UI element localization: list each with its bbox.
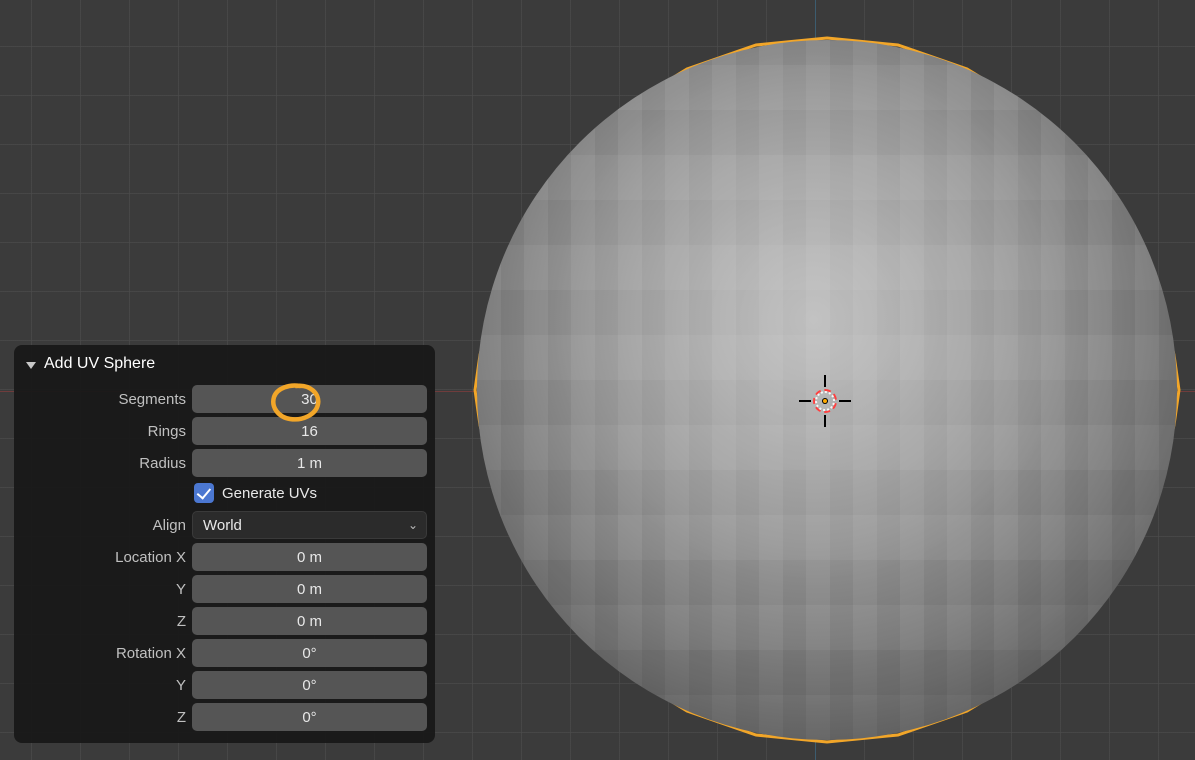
rotation-z-field[interactable]: 0° xyxy=(192,703,427,731)
generate-uvs-checkbox[interactable] xyxy=(194,483,214,503)
radius-value: 1 m xyxy=(297,455,322,472)
rotation-z-label: Z xyxy=(22,709,186,726)
rotation-z-value: 0° xyxy=(302,709,316,726)
rings-label: Rings xyxy=(22,423,186,440)
rotation-x-field[interactable]: 0° xyxy=(192,639,427,667)
location-x-field[interactable]: 0 m xyxy=(192,543,427,571)
location-y-field[interactable]: 0 m xyxy=(192,575,427,603)
rotation-x-value: 0° xyxy=(302,645,316,662)
rotation-y-label: Y xyxy=(22,677,186,694)
align-dropdown[interactable]: World ⌄ xyxy=(192,511,427,539)
chevron-down-icon: ⌄ xyxy=(408,518,418,532)
location-z-field[interactable]: 0 m xyxy=(192,607,427,635)
sphere-surface xyxy=(477,40,1177,740)
align-value: World xyxy=(203,517,242,534)
disclosure-icon xyxy=(26,362,36,369)
rotation-x-label: Rotation X xyxy=(22,645,186,662)
segments-value: 30 xyxy=(301,391,318,408)
rings-value: 16 xyxy=(301,423,318,440)
segments-label: Segments xyxy=(22,391,186,408)
radius-field[interactable]: 1 m xyxy=(192,449,427,477)
rings-field[interactable]: 16 xyxy=(192,417,427,445)
generate-uvs-label: Generate UVs xyxy=(222,485,317,502)
radius-label: Radius xyxy=(22,455,186,472)
location-x-label: Location X xyxy=(22,549,186,566)
panel-header[interactable]: Add UV Sphere xyxy=(22,345,427,383)
location-x-value: 0 m xyxy=(297,549,322,566)
operator-panel: Add UV Sphere Segments 30 Rings 16 Radiu… xyxy=(14,345,435,743)
rotation-y-field[interactable]: 0° xyxy=(192,671,427,699)
rotation-y-value: 0° xyxy=(302,677,316,694)
location-z-value: 0 m xyxy=(297,613,322,630)
panel-title: Add UV Sphere xyxy=(44,355,155,373)
location-y-value: 0 m xyxy=(297,581,322,598)
align-label: Align xyxy=(22,517,186,534)
location-z-label: Z xyxy=(22,613,186,630)
segments-field[interactable]: 30 xyxy=(192,385,427,413)
uv-sphere-object[interactable] xyxy=(472,35,1182,745)
location-y-label: Y xyxy=(22,581,186,598)
